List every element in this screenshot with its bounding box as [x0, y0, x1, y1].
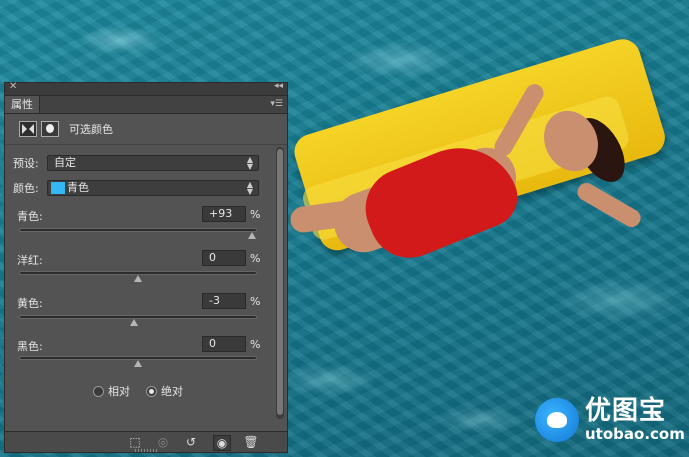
black-percent: % — [250, 338, 261, 351]
yellow-percent: % — [250, 295, 261, 308]
arm-lower — [574, 179, 644, 231]
adjustment-title: 可选颜色 — [69, 123, 113, 136]
properties-panel: ✕ ◂◂ 属性 ▾☰ 可选颜色 预设: 自定 ▲ ▼ 颜色: 青色 ▲ ▼ 青色: … — [4, 81, 288, 453]
magenta-percent: % — [250, 252, 261, 265]
reset-icon[interactable]: ↺ — [183, 435, 199, 449]
method-radio-group: 相对 绝对 — [93, 383, 199, 399]
panel-bottom-bar: ⬚ ◎ ↺ ◉ 🗑 — [5, 431, 287, 452]
select-arrows-icon: ▲ ▼ — [246, 155, 253, 171]
preset-label: 预设: — [13, 157, 39, 170]
absolute-radio[interactable] — [146, 385, 157, 397]
resize-gripper[interactable] — [135, 449, 157, 452]
select-arrows-icon: ▲ ▼ — [246, 180, 253, 196]
preset-select[interactable]: 自定 ▲ ▼ — [47, 155, 259, 171]
watermark-name: 优图宝 — [585, 396, 667, 426]
adjustment-layer-icon[interactable] — [19, 121, 37, 137]
bird-logo-icon — [535, 398, 579, 442]
yellow-value-input[interactable]: -3 — [202, 293, 246, 309]
trash-icon[interactable]: 🗑 — [243, 435, 259, 449]
magenta-label: 洋红: — [17, 254, 43, 267]
color-value: 青色 — [67, 181, 89, 194]
layer-mask-icon[interactable] — [41, 121, 59, 137]
color-swatch — [51, 182, 65, 194]
clip-to-layer-icon[interactable]: ⬚ — [127, 435, 143, 449]
scrollbar-thumb[interactable] — [277, 149, 283, 415]
absolute-label[interactable]: 绝对 — [161, 383, 183, 399]
panel-scrollbar[interactable] — [276, 147, 284, 419]
color-row: 颜色: 青色 ▲ ▼ — [13, 180, 259, 196]
tab-properties[interactable]: 属性 — [5, 96, 40, 113]
color-select[interactable]: 青色 ▲ ▼ — [47, 180, 259, 196]
cyan-slider-thumb[interactable] — [248, 232, 257, 239]
adjustment-header: 可选颜色 — [5, 114, 287, 145]
black-label: 黑色: — [17, 340, 43, 353]
black-slider-thumb[interactable] — [134, 360, 142, 367]
relative-label[interactable]: 相对 — [108, 383, 130, 399]
cyan-percent: % — [250, 208, 261, 221]
preset-row: 预设: 自定 ▲ ▼ — [13, 155, 259, 171]
magenta-slider-thumb[interactable] — [134, 275, 142, 282]
preset-value: 自定 — [54, 156, 76, 169]
panel-menu-icon[interactable]: ▾☰ — [270, 99, 283, 109]
cyan-slider-track[interactable] — [19, 228, 257, 232]
color-label: 颜色: — [13, 182, 39, 195]
view-previous-state-icon[interactable]: ◎ — [155, 435, 171, 449]
black-value-input[interactable]: 0 — [202, 336, 246, 352]
magenta-value-input[interactable]: 0 — [202, 250, 246, 266]
watermark: 优图宝 utobao.com — [535, 398, 685, 442]
collapse-icon[interactable]: ◂◂ — [274, 81, 283, 91]
panel-tab-row: 属性 ▾☰ — [5, 96, 287, 114]
close-icon[interactable]: ✕ — [9, 81, 17, 92]
yellow-label: 黄色: — [17, 297, 43, 310]
panel-topbar: ✕ ◂◂ — [5, 81, 287, 96]
watermark-url: utobao.com — [585, 425, 685, 443]
relative-radio[interactable] — [93, 385, 104, 397]
visibility-eye-icon[interactable]: ◉ — [213, 435, 231, 451]
yellow-slider-thumb[interactable] — [130, 319, 139, 326]
cyan-label: 青色: — [17, 210, 43, 223]
cyan-value-input[interactable]: +93 — [202, 206, 246, 222]
